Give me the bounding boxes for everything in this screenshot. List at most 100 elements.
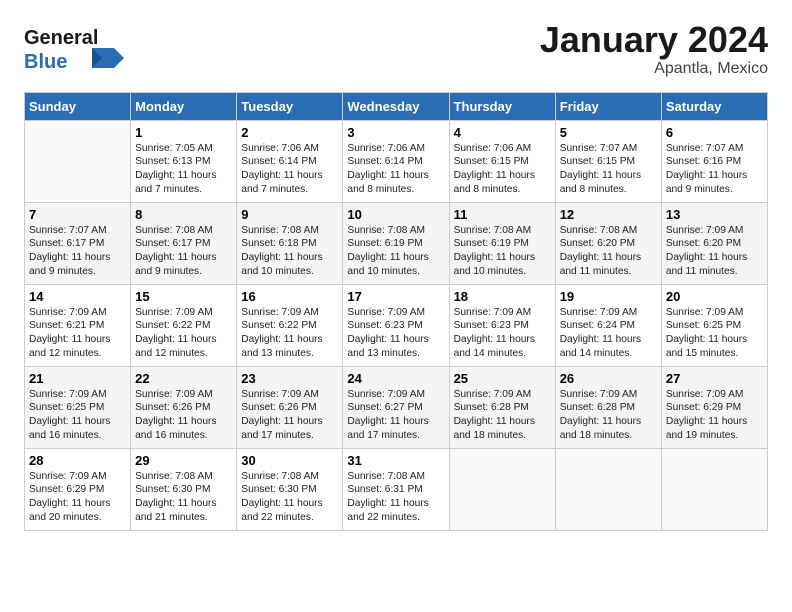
day-number: 27 — [666, 371, 763, 386]
day-number: 31 — [347, 453, 444, 468]
day-info: Sunrise: 7:09 AM Sunset: 6:22 PM Dayligh… — [241, 306, 338, 361]
day-number: 4 — [454, 125, 551, 140]
header-day-friday: Friday — [555, 92, 661, 120]
day-number: 12 — [560, 207, 657, 222]
day-number: 16 — [241, 289, 338, 304]
header-day-thursday: Thursday — [449, 92, 555, 120]
calendar-cell: 23 Sunrise: 7:09 AM Sunset: 6:26 PM Dayli… — [237, 366, 343, 448]
calendar-cell: 10 Sunrise: 7:08 AM Sunset: 6:19 PM Dayli… — [343, 202, 449, 284]
day-info: Sunrise: 7:06 AM Sunset: 6:14 PM Dayligh… — [347, 142, 444, 197]
day-info: Sunrise: 7:09 AM Sunset: 6:28 PM Dayligh… — [560, 388, 657, 443]
svg-text:General: General — [24, 27, 98, 49]
calendar-cell: 1 Sunrise: 7:05 AM Sunset: 6:13 PM Daylig… — [131, 120, 237, 202]
calendar-cell: 29 Sunrise: 7:08 AM Sunset: 6:30 PM Dayli… — [131, 448, 237, 530]
header-day-saturday: Saturday — [661, 92, 767, 120]
day-info: Sunrise: 7:09 AM Sunset: 6:22 PM Dayligh… — [135, 306, 232, 361]
calendar-cell: 24 Sunrise: 7:09 AM Sunset: 6:27 PM Dayli… — [343, 366, 449, 448]
calendar-cell: 8 Sunrise: 7:08 AM Sunset: 6:17 PM Daylig… — [131, 202, 237, 284]
day-number: 13 — [666, 207, 763, 222]
calendar-cell: 3Sunrise: 7:06 AM Sunset: 6:14 PM Daylig… — [343, 120, 449, 202]
day-number: 25 — [454, 371, 551, 386]
calendar-cell: 14Sunrise: 7:09 AM Sunset: 6:21 PM Dayli… — [25, 284, 131, 366]
day-info: Sunrise: 7:09 AM Sunset: 6:26 PM Dayligh… — [135, 388, 232, 443]
day-number: 28 — [29, 453, 126, 468]
calendar-cell: 12 Sunrise: 7:08 AM Sunset: 6:20 PM Dayli… — [555, 202, 661, 284]
day-number: 29 — [135, 453, 232, 468]
day-number: 18 — [454, 289, 551, 304]
calendar-cell: 4 Sunrise: 7:06 AM Sunset: 6:15 PM Daylig… — [449, 120, 555, 202]
calendar-cell: 21Sunrise: 7:09 AM Sunset: 6:25 PM Dayli… — [25, 366, 131, 448]
day-info: Sunrise: 7:09 AM Sunset: 6:27 PM Dayligh… — [347, 388, 444, 443]
day-number: 9 — [241, 207, 338, 222]
day-info: Sunrise: 7:08 AM Sunset: 6:30 PM Dayligh… — [241, 470, 338, 525]
day-number: 19 — [560, 289, 657, 304]
day-number: 10 — [347, 207, 444, 222]
day-info: Sunrise: 7:09 AM Sunset: 6:29 PM Dayligh… — [666, 388, 763, 443]
calendar-cell: 13Sunrise: 7:09 AM Sunset: 6:20 PM Dayli… — [661, 202, 767, 284]
day-number: 23 — [241, 371, 338, 386]
day-info: Sunrise: 7:09 AM Sunset: 6:28 PM Dayligh… — [454, 388, 551, 443]
day-info: Sunrise: 7:05 AM Sunset: 6:13 PM Dayligh… — [135, 142, 232, 197]
day-number: 5 — [560, 125, 657, 140]
day-info: Sunrise: 7:09 AM Sunset: 6:23 PM Dayligh… — [347, 306, 444, 361]
day-number: 1 — [135, 125, 232, 140]
calendar-cell: 28 Sunrise: 7:09 AM Sunset: 6:29 PM Dayli… — [25, 448, 131, 530]
calendar-cell: 16 Sunrise: 7:09 AM Sunset: 6:22 PM Dayli… — [237, 284, 343, 366]
calendar-cell: 7 Sunrise: 7:07 AM Sunset: 6:17 PM Daylig… — [25, 202, 131, 284]
calendar-cell: 22 Sunrise: 7:09 AM Sunset: 6:26 PM Dayli… — [131, 366, 237, 448]
day-info: Sunrise: 7:08 AM Sunset: 6:20 PM Dayligh… — [560, 224, 657, 279]
week-row-4: 21Sunrise: 7:09 AM Sunset: 6:25 PM Dayli… — [25, 366, 768, 448]
day-number: 15 — [135, 289, 232, 304]
header-day-wednesday: Wednesday — [343, 92, 449, 120]
subtitle: Apantla, Mexico — [540, 60, 768, 78]
day-info: Sunrise: 7:06 AM Sunset: 6:14 PM Dayligh… — [241, 142, 338, 197]
calendar-cell: 25 Sunrise: 7:09 AM Sunset: 6:28 PM Dayli… — [449, 366, 555, 448]
calendar-cell — [661, 448, 767, 530]
calendar-cell — [555, 448, 661, 530]
calendar-cell: 6 Sunrise: 7:07 AM Sunset: 6:16 PM Daylig… — [661, 120, 767, 202]
day-number: 30 — [241, 453, 338, 468]
day-info: Sunrise: 7:06 AM Sunset: 6:15 PM Dayligh… — [454, 142, 551, 197]
calendar-cell: 5 Sunrise: 7:07 AM Sunset: 6:15 PM Daylig… — [555, 120, 661, 202]
day-info: Sunrise: 7:07 AM Sunset: 6:17 PM Dayligh… — [29, 224, 126, 279]
calendar-cell: 19 Sunrise: 7:09 AM Sunset: 6:24 PM Dayli… — [555, 284, 661, 366]
day-number: 7 — [29, 207, 126, 222]
calendar-cell: 2 Sunrise: 7:06 AM Sunset: 6:14 PM Daylig… — [237, 120, 343, 202]
week-row-3: 14Sunrise: 7:09 AM Sunset: 6:21 PM Dayli… — [25, 284, 768, 366]
day-info: Sunrise: 7:08 AM Sunset: 6:19 PM Dayligh… — [347, 224, 444, 279]
main-title: January 2024 — [540, 20, 768, 60]
calendar-cell: 9Sunrise: 7:08 AM Sunset: 6:18 PM Daylig… — [237, 202, 343, 284]
day-info: Sunrise: 7:09 AM Sunset: 6:29 PM Dayligh… — [29, 470, 126, 525]
calendar-cell — [449, 448, 555, 530]
day-number: 24 — [347, 371, 444, 386]
title-block: January 2024 Apantla, Mexico — [540, 20, 768, 78]
day-number: 17 — [347, 289, 444, 304]
day-number: 20 — [666, 289, 763, 304]
page: General Blue January 2024 Apantla, Mexic… — [0, 0, 792, 541]
calendar-cell: 26 Sunrise: 7:09 AM Sunset: 6:28 PM Dayli… — [555, 366, 661, 448]
week-row-1: 1 Sunrise: 7:05 AM Sunset: 6:13 PM Daylig… — [25, 120, 768, 202]
day-info: Sunrise: 7:08 AM Sunset: 6:31 PM Dayligh… — [347, 470, 444, 525]
day-info: Sunrise: 7:07 AM Sunset: 6:15 PM Dayligh… — [560, 142, 657, 197]
day-info: Sunrise: 7:07 AM Sunset: 6:16 PM Dayligh… — [666, 142, 763, 197]
day-info: Sunrise: 7:09 AM Sunset: 6:26 PM Dayligh… — [241, 388, 338, 443]
day-number: 14 — [29, 289, 126, 304]
calendar-cell: 11Sunrise: 7:08 AM Sunset: 6:19 PM Dayli… — [449, 202, 555, 284]
day-number: 6 — [666, 125, 763, 140]
day-number: 22 — [135, 371, 232, 386]
calendar-cell: 17 Sunrise: 7:09 AM Sunset: 6:23 PM Dayli… — [343, 284, 449, 366]
day-number: 8 — [135, 207, 232, 222]
header-day-tuesday: Tuesday — [237, 92, 343, 120]
day-number: 2 — [241, 125, 338, 140]
day-info: Sunrise: 7:09 AM Sunset: 6:24 PM Dayligh… — [560, 306, 657, 361]
day-info: Sunrise: 7:09 AM Sunset: 6:25 PM Dayligh… — [666, 306, 763, 361]
logo-text: General Blue — [24, 20, 134, 77]
header-day-monday: Monday — [131, 92, 237, 120]
day-number: 26 — [560, 371, 657, 386]
day-info: Sunrise: 7:08 AM Sunset: 6:30 PM Dayligh… — [135, 470, 232, 525]
header-day-sunday: Sunday — [25, 92, 131, 120]
calendar-cell: 18Sunrise: 7:09 AM Sunset: 6:23 PM Dayli… — [449, 284, 555, 366]
calendar-cell: 20 Sunrise: 7:09 AM Sunset: 6:25 PM Dayli… — [661, 284, 767, 366]
day-info: Sunrise: 7:08 AM Sunset: 6:17 PM Dayligh… — [135, 224, 232, 279]
calendar-cell — [25, 120, 131, 202]
